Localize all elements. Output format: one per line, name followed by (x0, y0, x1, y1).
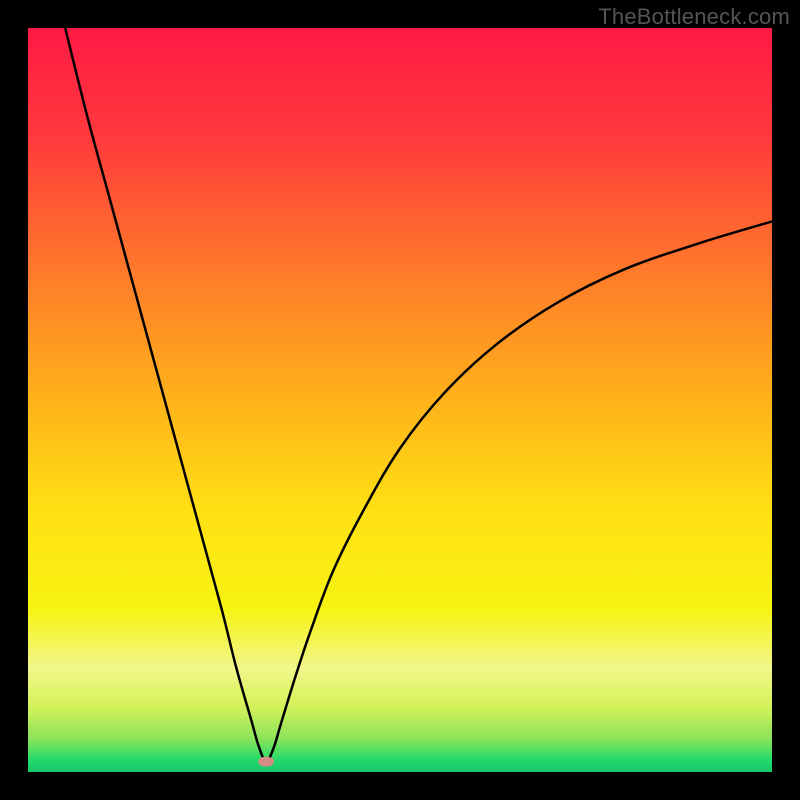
plot-area (28, 28, 772, 772)
watermark-text: TheBottleneck.com (598, 4, 790, 30)
chart-container: TheBottleneck.com (0, 0, 800, 800)
minimum-marker (258, 757, 274, 767)
bottleneck-curve-chart (28, 28, 772, 772)
gradient-background (28, 28, 772, 772)
